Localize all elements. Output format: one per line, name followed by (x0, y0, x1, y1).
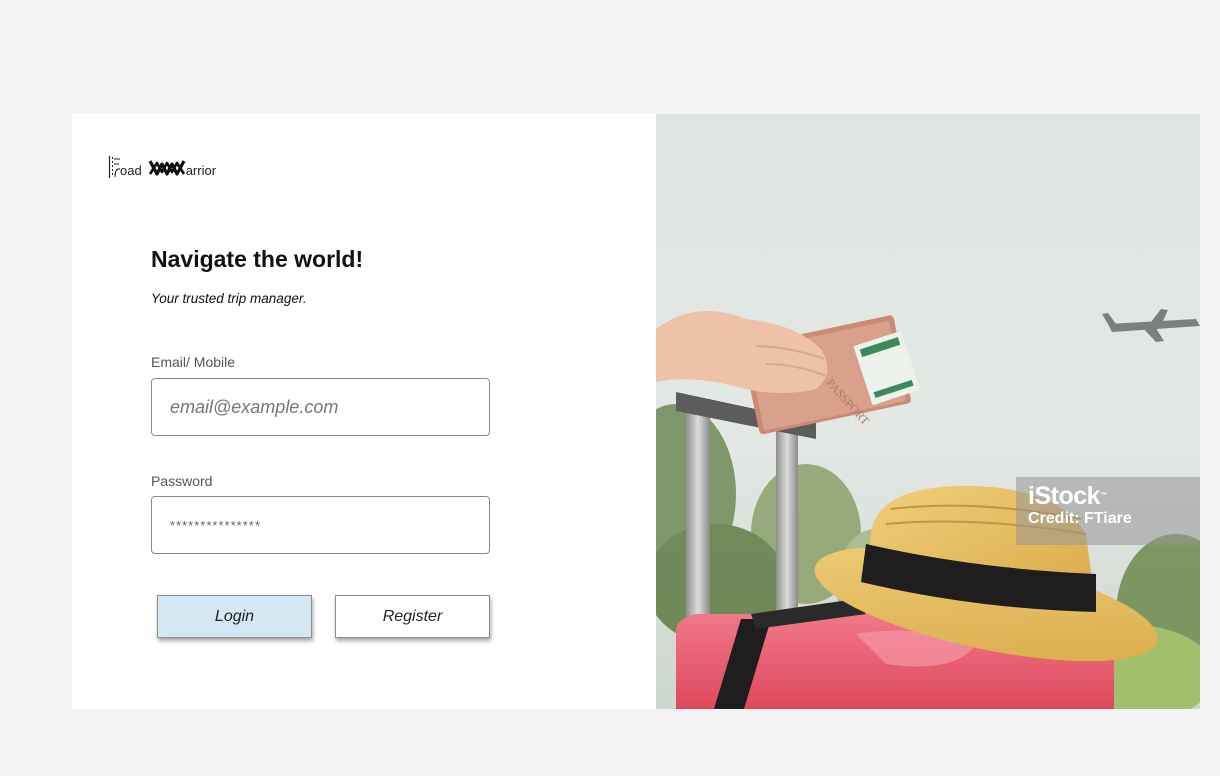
login-panel: oad arrior Navigate the world! Your trus… (72, 114, 656, 709)
watermark-brand: iStock (1028, 482, 1101, 510)
logo-text-road: oad (120, 163, 142, 178)
road-logo-icon (108, 156, 120, 178)
road-warrior-logo: oad arrior (108, 152, 216, 178)
email-field[interactable] (151, 378, 490, 436)
logo-text-warrior: arrior (185, 163, 217, 178)
email-label: Email/ Mobile (151, 354, 236, 370)
login-button[interactable]: Login (157, 595, 312, 638)
istock-watermark: iStock™ Credit: FTiare (1016, 477, 1200, 545)
warrior-logo-icon (148, 160, 186, 176)
register-button[interactable]: Register (335, 595, 490, 638)
page-heading: Navigate the world! (151, 246, 364, 272)
tagline: Your trusted trip manager. (151, 291, 307, 306)
travel-photo: PASSPORT iStock™ Credit: FTiare (656, 114, 1200, 709)
password-field[interactable] (151, 496, 490, 554)
login-card: oad arrior Navigate the world! Your trus… (72, 114, 1200, 709)
watermark-credit: Credit: FTiare (1028, 510, 1132, 527)
password-label: Password (151, 473, 213, 489)
watermark-tm: ™ (1100, 492, 1107, 499)
travel-photo-illustration: PASSPORT (656, 114, 1200, 709)
